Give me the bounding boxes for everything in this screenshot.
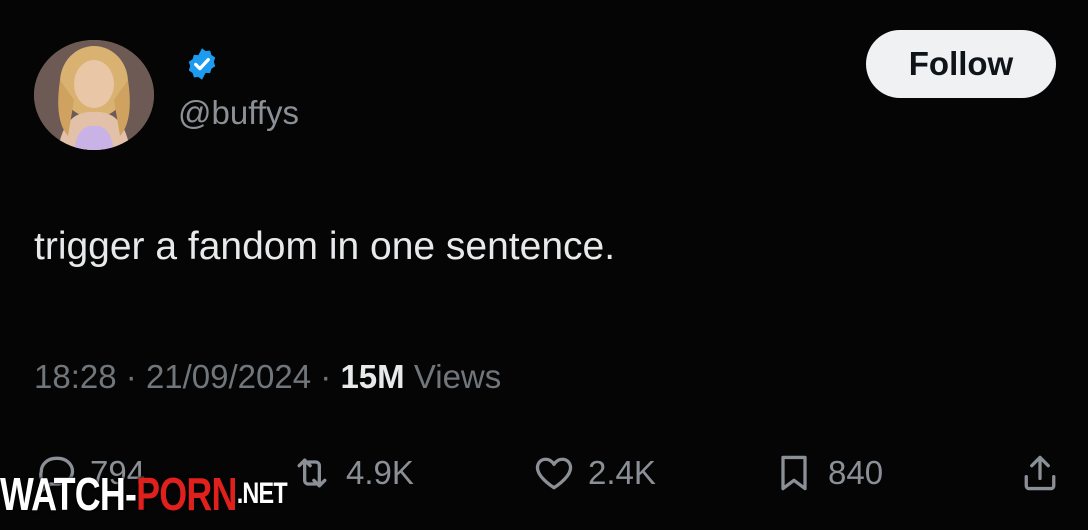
meta-separator: · [320,358,332,395]
bookmark-count: 840 [828,454,884,491]
like-count: 2.4K [588,454,656,491]
watermark-part-1: WATCH- [0,468,137,520]
share-icon [1024,455,1056,491]
views-label: Views [413,358,502,395]
tweet-meta: 18:28 · 21/09/2024 · 15M Views [34,358,501,396]
watermark: WATCH- PORN .NET [0,458,288,530]
follow-button[interactable]: Follow [866,30,1056,98]
repost-button[interactable]: 4.9K [290,438,414,508]
verified-badge-icon [188,48,216,80]
tweet-card: @buffys Follow trigger a fandom in one s… [0,0,1088,530]
share-button[interactable] [1018,438,1062,508]
tweet-date[interactable]: 21/09/2024 [146,358,311,395]
like-button[interactable]: 2.4K [532,438,656,508]
tweet-text: trigger a fandom in one sentence. [34,225,616,268]
bookmark-button[interactable]: 840 [772,438,883,508]
tweet-time[interactable]: 18:28 [34,358,117,395]
watermark-part-2: PORN [136,468,237,520]
bookmark-icon [781,455,807,491]
watermark-part-3: .NET [236,477,288,510]
meta-separator: · [125,358,137,395]
avatar-photo [34,40,154,150]
heart-icon [535,457,573,490]
views-count: 15M [340,358,405,395]
repost-icon [297,458,327,488]
user-handle[interactable]: @buffys [178,94,299,132]
avatar[interactable] [34,40,154,150]
repost-count: 4.9K [346,454,414,491]
